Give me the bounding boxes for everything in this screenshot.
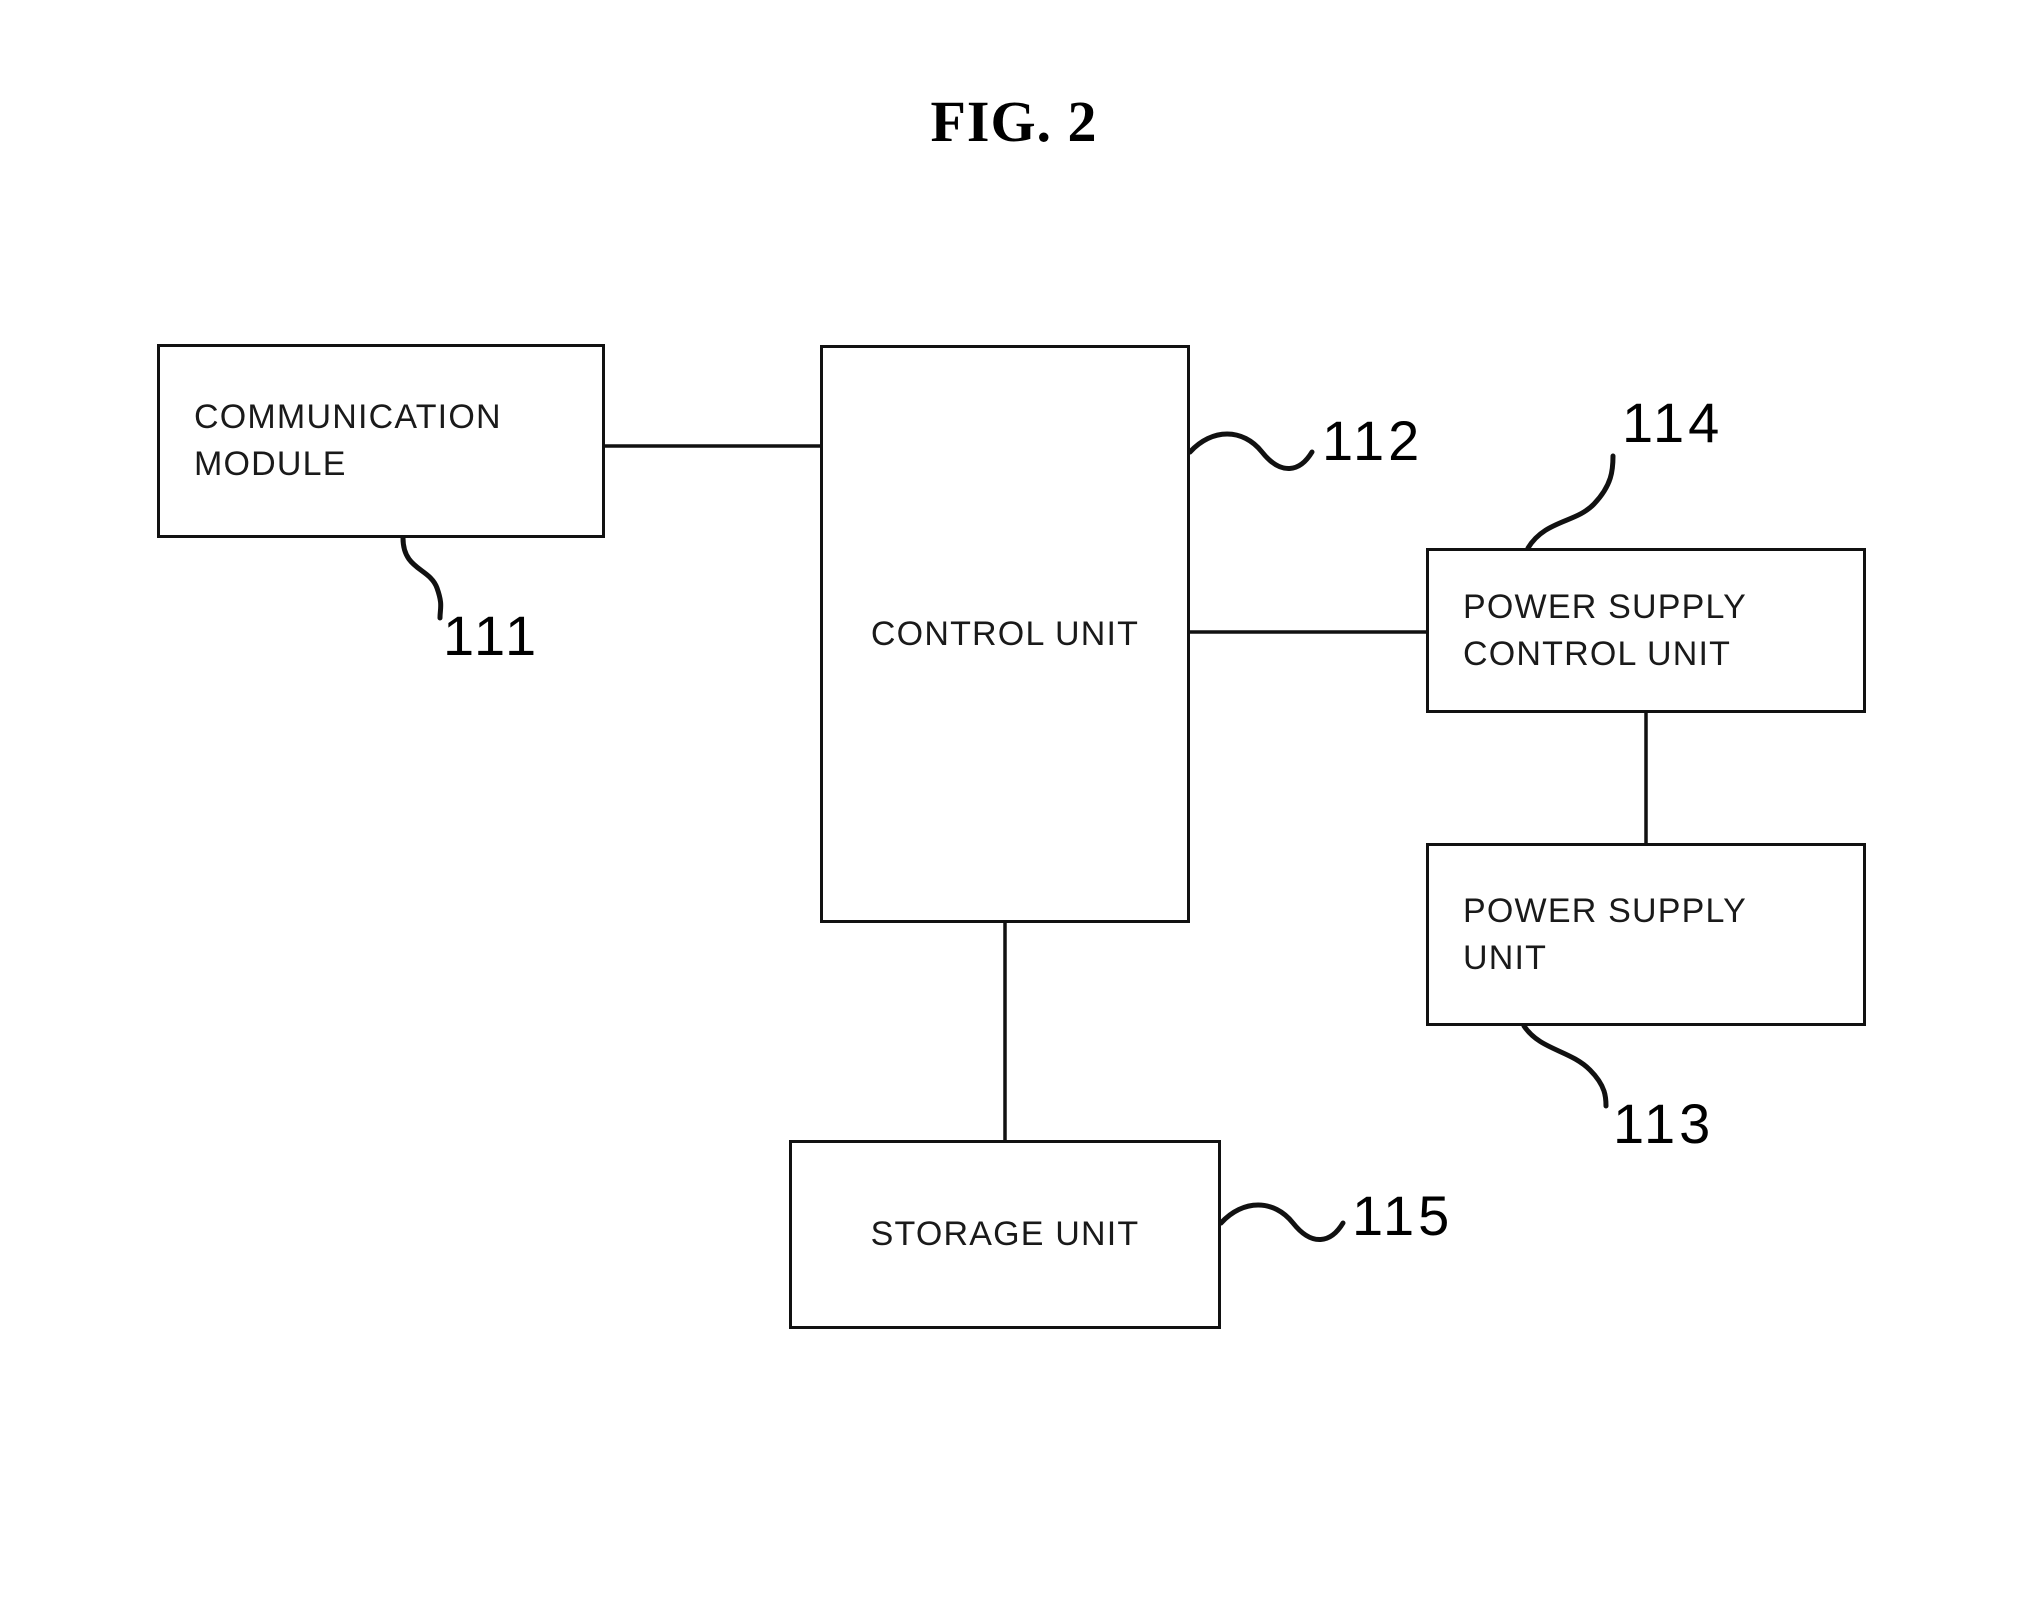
block-power-supply-control-unit-label: POWER SUPPLY CONTROL UNIT — [1463, 587, 1747, 673]
leader-line-113 — [1521, 1023, 1609, 1109]
figure-page: FIG. 2 COMMUNICATION MODULE CONTROL UNIT — [0, 0, 2028, 1605]
block-power-supply-unit-label: POWER SUPPLY UNIT — [1463, 891, 1747, 977]
reference-numeral-111: 111 — [443, 604, 541, 667]
block-storage-unit-label: STORAGE UNIT — [870, 1215, 1140, 1254]
reference-numeral-114: 114 — [1622, 391, 1724, 454]
reference-numeral-112: 112 — [1322, 409, 1424, 472]
reference-numeral-115: 115 — [1352, 1184, 1454, 1247]
block-power-supply-control-unit[interactable]: POWER SUPPLY CONTROL UNIT — [1426, 548, 1866, 713]
leader-line-112 — [1187, 431, 1315, 471]
block-storage-unit[interactable]: STORAGE UNIT — [789, 1140, 1221, 1329]
block-control-unit[interactable]: CONTROL UNIT — [820, 345, 1190, 923]
leader-line-115 — [1218, 1202, 1346, 1242]
leader-line-111 — [400, 535, 444, 621]
block-control-unit-label: CONTROL UNIT — [870, 614, 1140, 653]
reference-numeral-113: 113 — [1613, 1092, 1715, 1155]
block-communication-module[interactable]: COMMUNICATION MODULE — [157, 344, 605, 538]
leader-line-114 — [1525, 453, 1616, 551]
block-power-supply-unit[interactable]: POWER SUPPLY UNIT — [1426, 843, 1866, 1026]
block-communication-module-label: COMMUNICATION MODULE — [194, 398, 502, 483]
